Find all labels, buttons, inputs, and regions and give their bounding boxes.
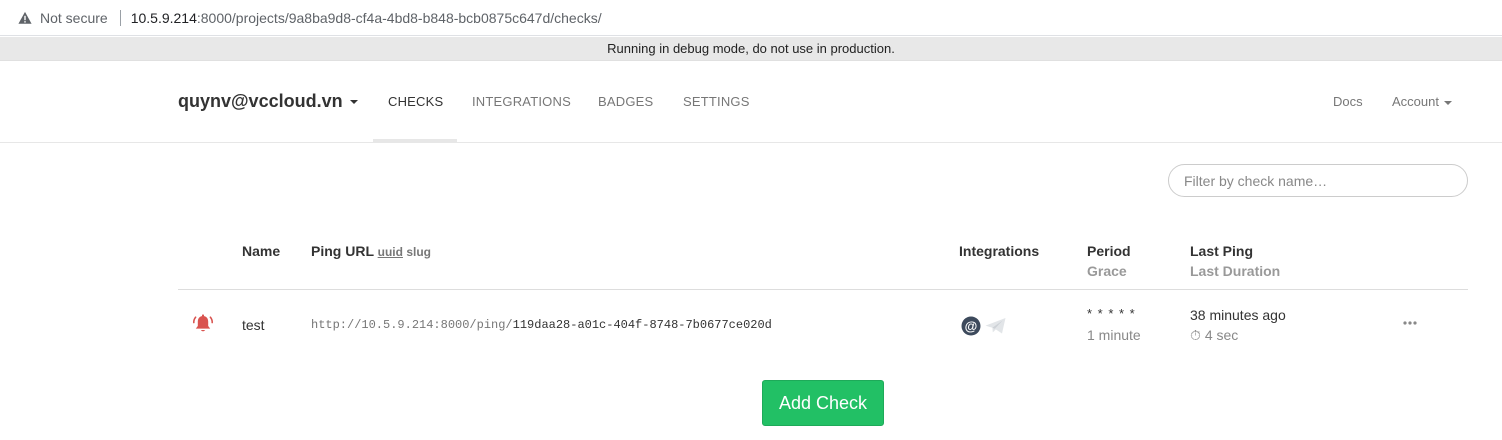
table-divider: [178, 289, 1468, 290]
header-ping-url-label: Ping URL: [311, 243, 374, 259]
telegram-integration-icon[interactable]: [984, 316, 1008, 336]
nav-settings[interactable]: SETTINGS: [683, 61, 750, 143]
url-field[interactable]: 10.5.9.214:8000/projects/9a8ba9d8-cf4a-4…: [131, 10, 602, 26]
nav-docs[interactable]: Docs: [1333, 61, 1363, 143]
caret-down-icon: [1443, 100, 1452, 105]
header-name[interactable]: Name: [242, 243, 280, 259]
account-label: Account: [1392, 94, 1439, 109]
security-label[interactable]: Not secure: [40, 10, 108, 26]
header-integrations: Integrations: [959, 243, 1040, 259]
last-duration: ⏱ 4 sec: [1190, 327, 1238, 344]
url-host: 10.5.9.214: [130, 9, 197, 26]
last-duration-value: 4 sec: [1204, 327, 1239, 343]
ping-url-code: 119daa28-a01c-404f-8748-7b0677ce020d: [512, 318, 772, 332]
nav-badges[interactable]: BADGES: [598, 61, 653, 143]
filter-input[interactable]: [1168, 164, 1468, 197]
period-value[interactable]: * * * * *: [1087, 306, 1136, 321]
stopwatch-icon: ⏱: [1190, 327, 1201, 343]
warning-icon: [18, 11, 32, 24]
debug-banner: Running in debug mode, do not use in pro…: [0, 37, 1502, 61]
header-period: Period: [1087, 243, 1131, 259]
slug-toggle[interactable]: slug: [406, 245, 431, 259]
header-last-ping[interactable]: Last Ping: [1190, 243, 1253, 259]
last-ping-value[interactable]: 38 minutes ago: [1190, 307, 1286, 323]
more-options-icon[interactable]: [1402, 319, 1418, 327]
active-tab-indicator: [373, 139, 457, 143]
uuid-toggle[interactable]: uuid: [378, 245, 403, 259]
nav-checks[interactable]: CHECKS: [388, 61, 443, 143]
grace-value: 1 minute: [1087, 327, 1141, 343]
bell-alert-icon: [192, 314, 214, 332]
project-switcher[interactable]: quynv@vccloud.vn: [178, 91, 358, 112]
project-name: quynv@vccloud.vn: [178, 91, 343, 111]
header-ping-url: Ping URL uuid slug: [311, 243, 431, 259]
header-grace: Grace: [1087, 263, 1127, 279]
add-check-button[interactable]: Add Check: [762, 380, 884, 426]
url-path: :8000/projects/9a8ba9d8-cf4a-4bd8-b848-b…: [196, 9, 602, 26]
check-name[interactable]: test: [242, 317, 265, 333]
nav-integrations[interactable]: INTEGRATIONS: [472, 61, 571, 143]
address-divider: [119, 9, 121, 26]
ping-url-base: http://10.5.9.214:8000/ping/: [311, 318, 513, 332]
header-last-duration: Last Duration: [1190, 263, 1281, 279]
browser-address-bar: Not secure 10.5.9.214:8000/projects/9a8b…: [0, 0, 1502, 36]
nav-account[interactable]: Account: [1392, 61, 1452, 143]
svg-text:@: @: [965, 318, 978, 333]
ping-url[interactable]: http://10.5.9.214:8000/ping/119daa28-a01…: [311, 318, 772, 332]
email-integration-icon[interactable]: @: [960, 316, 982, 336]
top-navbar: quynv@vccloud.vn CHECKS INTEGRATIONS BAD…: [0, 61, 1502, 143]
caret-down-icon: [349, 99, 358, 104]
